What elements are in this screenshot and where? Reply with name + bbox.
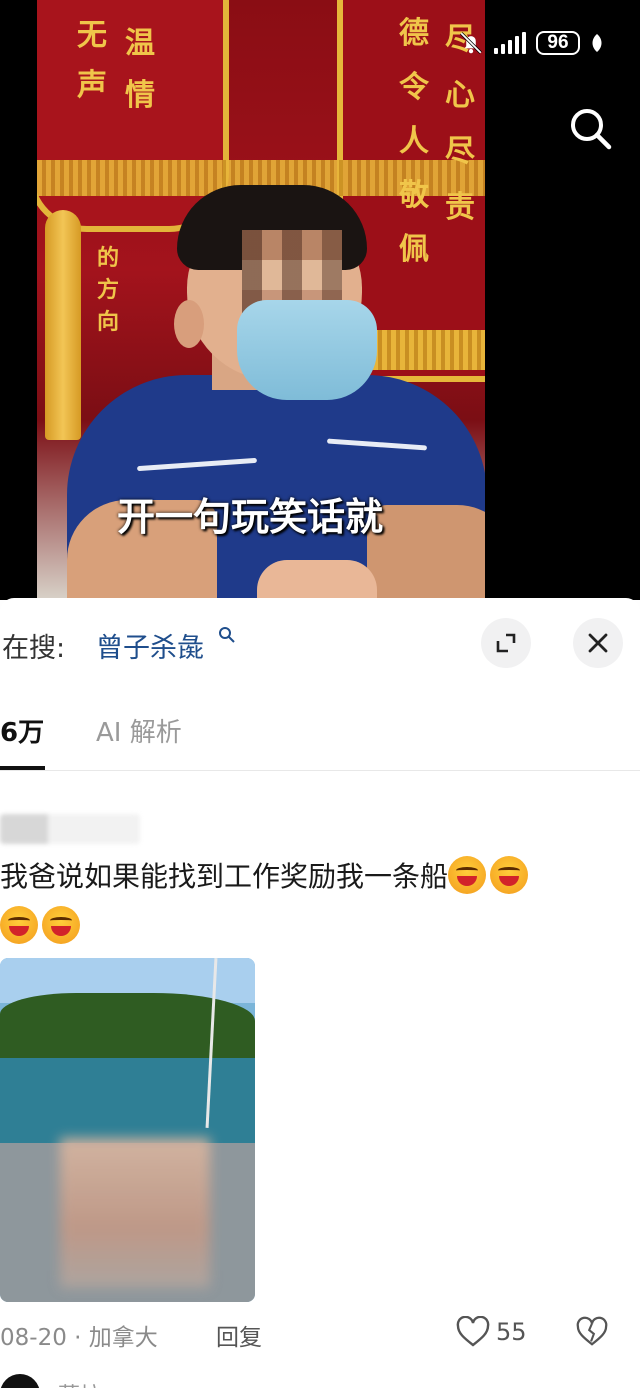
divider bbox=[0, 770, 640, 771]
tab-comments[interactable]: 6万 bbox=[0, 712, 44, 749]
laughing-emoji-icon bbox=[0, 906, 38, 944]
battery-icon: 96 bbox=[536, 31, 580, 55]
status-bar: 96 bbox=[458, 30, 604, 56]
banner-char: 德 bbox=[399, 16, 429, 51]
close-icon bbox=[588, 633, 608, 653]
banner-char: 无 bbox=[77, 18, 107, 53]
next-commenter-name: 蔡垃 bbox=[58, 1378, 102, 1388]
video-subtitle: 开一句玩笑话就 bbox=[117, 494, 384, 539]
next-comment[interactable]: 蔡垃 bbox=[0, 1374, 640, 1388]
heart-icon bbox=[456, 1316, 490, 1347]
screen: 无 声 温 情 的 方 向 德 令 人 敬 佩 尽 心 尽 责 开一句玩笑话就 … bbox=[0, 0, 640, 1388]
like-count: 55 bbox=[496, 1318, 527, 1346]
search-query-link[interactable]: 曾子杀彘 bbox=[96, 626, 204, 665]
banner-char: 责 bbox=[445, 190, 475, 225]
search-suggestion-row: 在搜: 曾子杀彘 bbox=[0, 618, 640, 668]
person-ear bbox=[174, 300, 204, 348]
photo-hills bbox=[0, 993, 255, 1063]
small-search-icon bbox=[219, 627, 235, 643]
expand-icon bbox=[496, 633, 516, 653]
comment-tabs: 6万 AI 解析 bbox=[0, 708, 640, 772]
comment-meta: 08-20 · 加拿大 回复 55 bbox=[0, 1316, 640, 1352]
video-frame: 无 声 温 情 的 方 向 德 令 人 敬 佩 尽 心 尽 责 开一句玩笑话就 bbox=[37, 0, 485, 600]
comment-image[interactable] bbox=[0, 958, 255, 1302]
comment-date-location: 08-20 · 加拿大 bbox=[0, 1325, 158, 1351]
banner-char: 声 bbox=[77, 68, 107, 103]
laughing-emoji-icon bbox=[490, 856, 529, 894]
comment-body: 我爸说如果能找到工作奖励我一条船 bbox=[0, 852, 600, 952]
photo-blurred-person bbox=[60, 1138, 210, 1288]
comment-sheet: 在搜: 曾子杀彘 6万 AI 解析 我爸说如果能找到工作奖励我一条船 08-20… bbox=[0, 598, 640, 1388]
tab-ai-analysis[interactable]: AI 解析 bbox=[96, 712, 182, 749]
search-prefix: 在搜: bbox=[2, 633, 66, 664]
banner-char: 令 bbox=[399, 70, 429, 105]
banner-char: 向 bbox=[97, 309, 120, 335]
banner-char: 温 bbox=[125, 26, 155, 61]
reply-button[interactable]: 回复 bbox=[216, 1318, 262, 1352]
person-hands bbox=[257, 560, 377, 600]
banner-char: 的 bbox=[97, 245, 120, 271]
close-button[interactable] bbox=[573, 618, 623, 668]
search-icon[interactable] bbox=[566, 104, 614, 152]
banner-char: 尽 bbox=[445, 134, 475, 169]
commenter-name-blurred[interactable] bbox=[0, 814, 140, 844]
comment-text: 我爸说如果能找到工作奖励我一条船 bbox=[0, 860, 449, 893]
banner-char: 心 bbox=[445, 78, 475, 113]
banner-char: 方 bbox=[97, 277, 120, 303]
photo-sea bbox=[0, 1058, 255, 1148]
avatar[interactable] bbox=[0, 1374, 40, 1388]
face-mask bbox=[237, 300, 377, 400]
banner-char: 敬 bbox=[399, 178, 429, 213]
like-button[interactable]: 55 bbox=[456, 1316, 527, 1348]
broken-heart-icon[interactable] bbox=[576, 1316, 608, 1348]
signal-icon bbox=[494, 32, 526, 54]
laughing-emoji-icon bbox=[448, 856, 487, 894]
bell-off-icon bbox=[460, 32, 482, 54]
laughing-emoji-icon bbox=[42, 906, 80, 944]
banner-tassel bbox=[45, 210, 81, 440]
banner-char: 佩 bbox=[399, 232, 429, 267]
banner-char: 人 bbox=[399, 124, 429, 159]
leaf-icon bbox=[592, 34, 602, 52]
expand-button[interactable] bbox=[481, 618, 531, 668]
banner-char: 情 bbox=[125, 78, 155, 113]
video-player[interactable]: 无 声 温 情 的 方 向 德 令 人 敬 佩 尽 心 尽 责 开一句玩笑话就 … bbox=[0, 0, 640, 600]
